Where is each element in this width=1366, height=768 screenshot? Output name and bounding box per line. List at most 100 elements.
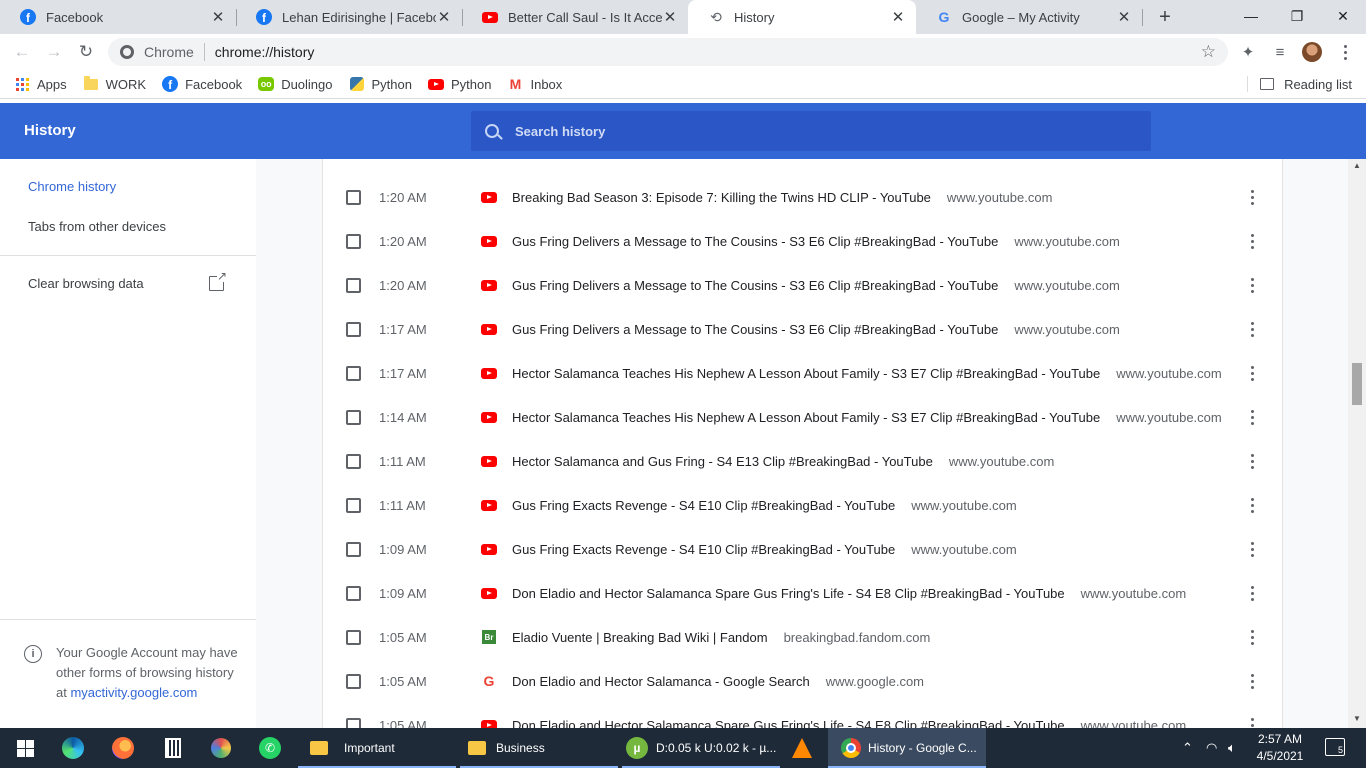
row-link[interactable]: Gus Fring Delivers a Message to The Cous… xyxy=(512,234,1120,249)
row-checkbox[interactable] xyxy=(346,541,361,557)
notification-center-icon[interactable]: 5 xyxy=(1325,738,1345,756)
bookmark-apps[interactable]: Apps xyxy=(14,76,67,92)
history-row[interactable]: 1:17 AM Hector Salamanca Teaches His Neph… xyxy=(323,351,1284,395)
row-more-actions-button[interactable] xyxy=(1244,627,1260,647)
row-link[interactable]: Hector Salamanca and Gus Fring - S4 E13 … xyxy=(512,454,1054,469)
bookmark-work[interactable]: WORK xyxy=(83,75,146,92)
my-activity-link[interactable]: myactivity.google.com xyxy=(70,685,197,700)
row-checkbox[interactable] xyxy=(346,277,361,293)
taskbar-business-folder[interactable]: Business xyxy=(460,728,618,768)
row-more-actions-button[interactable] xyxy=(1244,275,1260,295)
scroll-up-arrow[interactable]: ▲ xyxy=(1353,161,1361,170)
bookmark-python-youtube[interactable]: Python xyxy=(428,76,491,92)
scroll-down-arrow[interactable]: ▼ xyxy=(1353,714,1361,723)
close-icon[interactable]: ✕ xyxy=(436,9,452,26)
row-link[interactable]: Hector Salamanca Teaches His Nephew A Le… xyxy=(512,366,1222,381)
wifi-icon[interactable]: ◠ xyxy=(1206,728,1217,768)
minimize-button[interactable]: — xyxy=(1228,0,1274,32)
taskbar-utorrent[interactable]: µ D:0.05 k U:0.02 k - µ... xyxy=(622,728,780,768)
row-more-actions-button[interactable] xyxy=(1244,407,1260,427)
bookmark-inbox[interactable]: M Inbox xyxy=(507,76,563,92)
taskbar-chrome[interactable]: History - Google C... xyxy=(828,728,986,768)
row-checkbox[interactable] xyxy=(346,189,361,205)
row-more-actions-button[interactable] xyxy=(1244,187,1260,207)
system-clock[interactable]: 2:57 AM 4/5/2021 xyxy=(1250,731,1310,765)
volume-icon[interactable]: 🔈︎ xyxy=(1228,728,1236,768)
reading-list-button[interactable]: Reading list xyxy=(1247,70,1352,98)
row-link[interactable]: Don Eladio and Hector Salamanca Spare Gu… xyxy=(512,718,1186,729)
new-tab-button[interactable]: + xyxy=(1155,6,1175,28)
history-row[interactable]: 1:05 AM Don Eladio and Hector Salamanca S… xyxy=(323,703,1284,728)
history-row[interactable]: 1:20 AM Breaking Bad Season 3: Episode 7:… xyxy=(323,175,1284,219)
row-link[interactable]: Gus Fring Delivers a Message to The Cous… xyxy=(512,278,1120,293)
media-control-icon[interactable]: ≡ xyxy=(1270,42,1290,62)
row-checkbox[interactable] xyxy=(346,365,361,381)
taskbar-important-folder[interactable]: Important xyxy=(298,728,456,768)
reload-button[interactable]: ↻ xyxy=(74,40,98,64)
row-checkbox[interactable] xyxy=(346,717,361,728)
search-box[interactable] xyxy=(471,111,1151,151)
row-checkbox[interactable] xyxy=(346,585,361,601)
row-checkbox[interactable] xyxy=(346,233,361,249)
row-more-actions-button[interactable] xyxy=(1244,495,1260,515)
history-row[interactable]: 1:09 AM Don Eladio and Hector Salamanca S… xyxy=(323,571,1284,615)
sidebar-item-other-devices[interactable]: Tabs from other devices xyxy=(28,219,166,234)
history-row[interactable]: 1:11 AM Hector Salamanca and Gus Fring - … xyxy=(323,439,1284,483)
sidebar-item-clear-browsing-data[interactable]: Clear browsing data xyxy=(28,270,227,291)
bookmark-facebook[interactable]: f Facebook xyxy=(162,76,242,92)
bookmark-python[interactable]: Python xyxy=(349,76,412,92)
row-more-actions-button[interactable] xyxy=(1244,363,1260,383)
tab-better-call-saul[interactable]: Better Call Saul - Is It Acceptab ✕ xyxy=(462,0,688,34)
chrome-menu-button[interactable] xyxy=(1337,42,1353,62)
row-checkbox[interactable] xyxy=(346,409,361,425)
tab-lehan-facebook[interactable]: f Lehan Edirisinghe | Facebook ✕ xyxy=(236,0,462,34)
tab-facebook[interactable]: f Facebook ✕ xyxy=(0,0,236,34)
history-row[interactable]: 1:20 AM Gus Fring Delivers a Message to T… xyxy=(323,219,1284,263)
address-bar[interactable]: Chrome chrome://history ☆ xyxy=(108,38,1228,66)
row-more-actions-button[interactable] xyxy=(1244,451,1260,471)
row-checkbox[interactable] xyxy=(346,453,361,469)
row-checkbox[interactable] xyxy=(346,497,361,513)
forward-button[interactable]: → xyxy=(42,40,66,64)
row-link[interactable]: Hector Salamanca Teaches His Nephew A Le… xyxy=(512,410,1222,425)
back-button[interactable]: ← xyxy=(10,40,34,64)
row-more-actions-button[interactable] xyxy=(1244,583,1260,603)
row-more-actions-button[interactable] xyxy=(1244,539,1260,559)
close-icon[interactable]: ✕ xyxy=(890,9,906,26)
row-link[interactable]: Gus Fring Delivers a Message to The Cous… xyxy=(512,322,1120,337)
taskbar-edge[interactable] xyxy=(62,728,84,768)
history-row[interactable]: 1:11 AM Gus Fring Exacts Revenge - S4 E10… xyxy=(323,483,1284,527)
restore-button[interactable]: ❐ xyxy=(1274,0,1320,32)
tab-history[interactable]: ⟲ History ✕ xyxy=(688,0,916,34)
row-more-actions-button[interactable] xyxy=(1244,319,1260,339)
extensions-puzzle-icon[interactable]: ✦ xyxy=(1238,42,1258,62)
row-link[interactable]: Breaking Bad Season 3: Episode 7: Killin… xyxy=(512,190,1052,205)
history-row[interactable]: 1:05 AM Br Eladio Vuente | Breaking Bad Wi… xyxy=(323,615,1284,659)
sidebar-item-chrome-history[interactable]: Chrome history xyxy=(28,179,116,194)
close-icon[interactable]: ✕ xyxy=(662,9,678,26)
row-link[interactable]: Don Eladio and Hector Salamanca Spare Gu… xyxy=(512,586,1186,601)
taskbar-whatsapp[interactable]: ✆ xyxy=(259,728,281,768)
history-row[interactable]: 1:09 AM Gus Fring Exacts Revenge - S4 E10… xyxy=(323,527,1284,571)
bookmark-duolingo[interactable]: oo Duolingo xyxy=(258,76,333,92)
row-link[interactable]: Gus Fring Exacts Revenge - S4 E10 Clip #… xyxy=(512,498,1017,513)
tab-google-activity[interactable]: G Google – My Activity ✕ xyxy=(916,0,1142,34)
row-more-actions-button[interactable] xyxy=(1244,671,1260,691)
row-link[interactable]: Gus Fring Exacts Revenge - S4 E10 Clip #… xyxy=(512,542,1017,557)
row-link[interactable]: Eladio Vuente | Breaking Bad Wiki | Fand… xyxy=(512,630,930,645)
close-window-button[interactable]: ✕ xyxy=(1320,0,1366,32)
search-input[interactable] xyxy=(515,123,1115,139)
bookmark-star-icon[interactable]: ☆ xyxy=(1201,42,1216,62)
row-checkbox[interactable] xyxy=(346,673,361,689)
page-scrollbar[interactable]: ▲ ▼ xyxy=(1348,159,1366,728)
profile-avatar[interactable] xyxy=(1302,42,1322,62)
start-button[interactable] xyxy=(14,728,36,768)
close-icon[interactable]: ✕ xyxy=(210,9,226,26)
taskbar-firefox[interactable] xyxy=(112,728,134,768)
row-more-actions-button[interactable] xyxy=(1244,715,1260,728)
row-checkbox[interactable] xyxy=(346,321,361,337)
row-link[interactable]: Don Eladio and Hector Salamanca - Google… xyxy=(512,674,924,689)
row-checkbox[interactable] xyxy=(346,629,361,645)
scrollbar-thumb[interactable] xyxy=(1352,363,1362,405)
history-row[interactable]: 1:05 AM G Don Eladio and Hector Salamanca … xyxy=(323,659,1284,703)
